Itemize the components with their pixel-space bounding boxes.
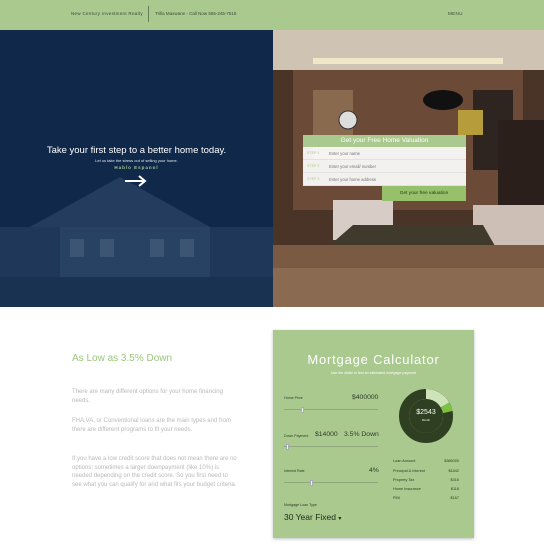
step-label: STEP 3 [307, 177, 320, 181]
breakdown-amount: $118 [450, 487, 459, 491]
breakdown-amount: $386000 [444, 459, 459, 463]
form-row-email: STEP 2 [303, 160, 466, 173]
top-bar: New Century Investment Realty Trilla Max… [0, 0, 544, 30]
loan-type-value: 30 Year Fixed [284, 512, 336, 522]
slider-knob[interactable] [285, 443, 289, 450]
hero-left-panel: Take your first step to a better home to… [0, 30, 273, 307]
breakdown-label: PMI [393, 496, 400, 500]
breakdown-label: Property Tax [393, 478, 415, 482]
down-payment-label: Down Payment [284, 434, 309, 438]
chevron-down-icon: ▾ [338, 516, 342, 522]
promo-paragraph: FHA,VA, or Conventional loans are the ma… [72, 418, 231, 433]
calculator-subtitle: Use the slider to find an estimated mort… [330, 371, 417, 375]
menu-button[interactable]: MENU [448, 11, 463, 16]
slider-knob[interactable] [300, 406, 304, 413]
mortgage-calculator: Mortgage Calculator Use the slider to fi… [273, 330, 474, 538]
breakdown-row: Loan Amount $386000 [393, 459, 459, 463]
breakdown-label: Loan Amount [393, 459, 416, 463]
interest-rate-slider[interactable] [284, 479, 378, 486]
breakdown-amount: $1842 [448, 469, 459, 473]
breakdown-row: Home Insurance $118 [393, 487, 459, 491]
breakdown-row: PMI $167 [393, 496, 459, 500]
house-silhouette-image [0, 177, 273, 307]
home-price-slider[interactable] [284, 406, 378, 413]
calculator-title: Mortgage Calculator [307, 352, 440, 367]
interest-rate-value: 4% [369, 467, 379, 474]
breakdown-amount: $167 [450, 496, 459, 500]
monthly-payment-sub: Month [421, 418, 431, 422]
form-title: Get your Free Home Valuation [303, 135, 466, 147]
name-field[interactable] [329, 148, 464, 159]
monthly-payment: $2543 [416, 409, 436, 416]
loan-type-select[interactable]: 30 Year Fixed ▾ [284, 512, 341, 522]
address-field[interactable] [329, 174, 464, 185]
spanish-link[interactable]: Hablo Espanol [0, 165, 273, 170]
down-percent: 3.5% Down [344, 431, 379, 438]
interest-rate-label: Interest Rate [284, 469, 305, 473]
brand-name[interactable]: New Century Investment Realty [71, 11, 143, 16]
breakdown-row: Principal & Interest $1842 [393, 469, 459, 473]
step-label: STEP 2 [307, 164, 320, 168]
hero-subtext: Let us take the stress out of selling yo… [95, 158, 178, 163]
valuation-form: Get your Free Home Valuation STEP 1 STEP… [303, 135, 466, 201]
topbar-divider [148, 6, 149, 22]
home-price-label: Home Price [284, 396, 303, 400]
donut-center [409, 399, 443, 433]
breakdown-amount: $416 [450, 478, 459, 482]
loan-type-label: Mortgage Loan Type [284, 503, 317, 507]
home-price-value: $400000 [352, 394, 379, 401]
breakdown-row: Property Tax $416 [393, 478, 459, 482]
breakdown-label: Principal & Interest [393, 469, 425, 473]
hero-headline: Take your first step to a better home to… [46, 145, 227, 156]
form-row-name: STEP 1 [303, 147, 466, 160]
contact-info: Trilla Maxwane - Call Now 555-245-7515 [155, 11, 237, 16]
promo-title: As Low as 3.5% Down [72, 353, 173, 364]
promo-paragraph: If you have a low credit score that does… [72, 456, 237, 488]
breakdown-label: Home Insurance [393, 487, 421, 491]
down-payment-value: $14000 [315, 431, 338, 438]
step-label: STEP 1 [307, 151, 320, 155]
promo-paragraph: There are many different options for you… [72, 389, 223, 404]
form-row-address: STEP 3 [303, 173, 466, 186]
arrow-right-icon[interactable] [124, 175, 148, 187]
get-valuation-button[interactable]: Get your free valuation [382, 186, 466, 201]
email-field[interactable] [329, 161, 464, 172]
slider-knob[interactable] [310, 479, 314, 486]
down-payment-slider[interactable] [284, 443, 378, 450]
payment-donut-chart [399, 389, 453, 443]
